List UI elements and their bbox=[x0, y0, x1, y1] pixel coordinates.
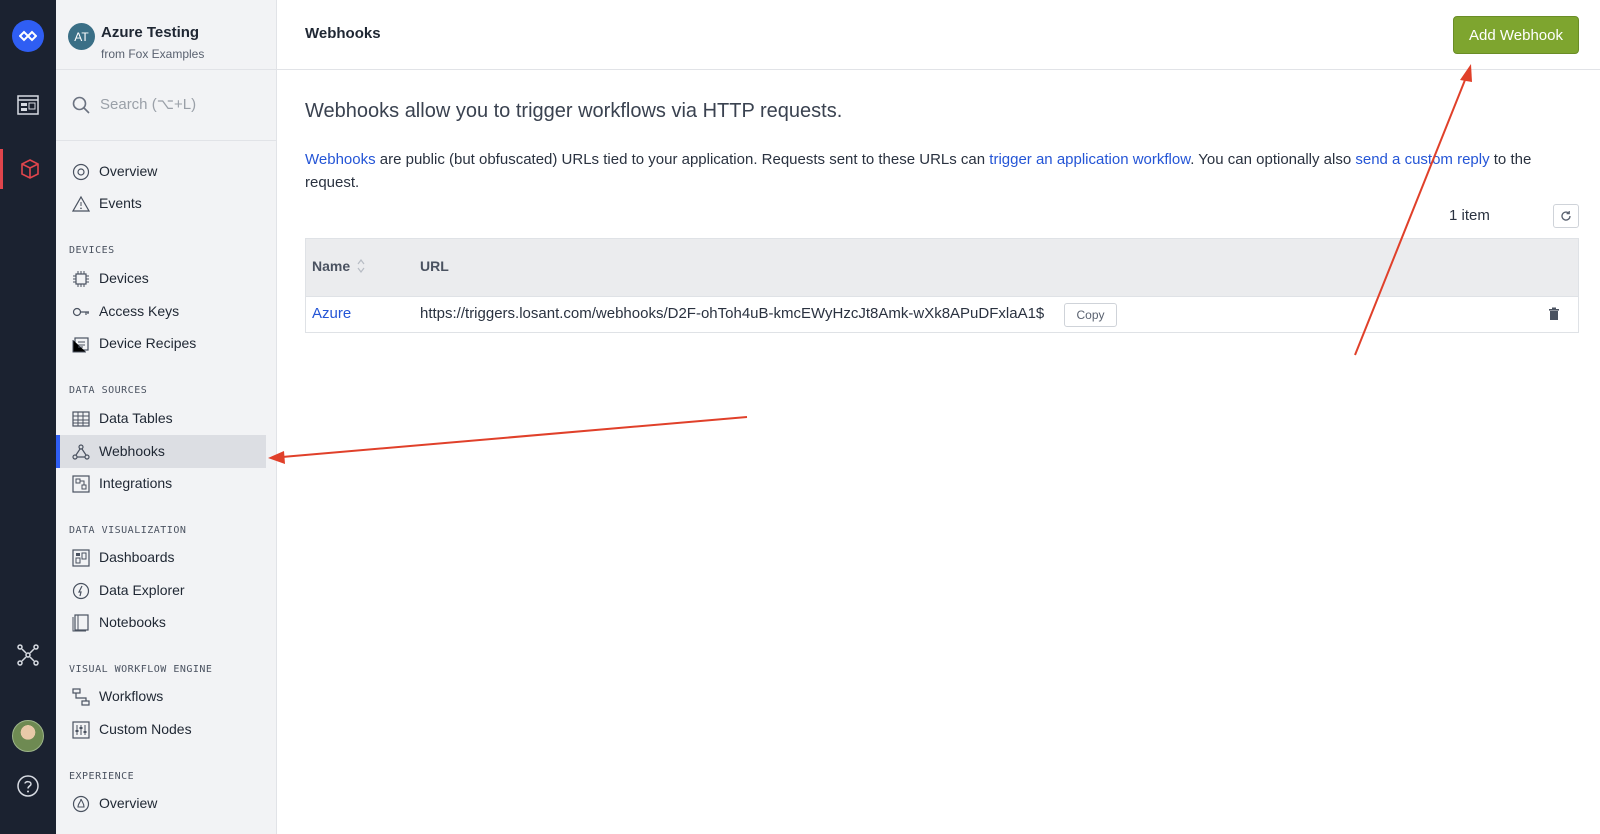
overview-icon bbox=[72, 163, 90, 181]
applications-rail-icon[interactable] bbox=[0, 149, 56, 189]
user-avatar[interactable] bbox=[12, 720, 44, 752]
compass-icon bbox=[72, 582, 90, 600]
section-data-visualization: DATA VISUALIZATION bbox=[69, 525, 187, 536]
sidebar-item-label: Events bbox=[99, 195, 142, 211]
dashboard-icon bbox=[72, 549, 90, 567]
item-count: 1 item bbox=[1449, 207, 1490, 224]
sidebar-item-workflows[interactable]: Workflows bbox=[56, 680, 266, 713]
sidebar-item-label: Webhooks bbox=[99, 443, 165, 459]
sidebar-item-label: Data Explorer bbox=[99, 582, 185, 598]
sidebar-item-label: Overview bbox=[99, 795, 158, 811]
webhook-url: https://triggers.losant.com/webhooks/D2F… bbox=[420, 305, 1045, 322]
sidebar-item-data-tables[interactable]: Data Tables bbox=[56, 402, 266, 435]
section-visual-workflow-engine: VISUAL WORKFLOW ENGINE bbox=[69, 664, 213, 675]
refresh-icon bbox=[1561, 211, 1571, 221]
sidebar-item-overview[interactable]: Overview bbox=[56, 155, 266, 188]
losant-logo-icon[interactable] bbox=[12, 20, 44, 52]
webhooks-docs-link[interactable]: Webhooks bbox=[305, 151, 376, 168]
notebook-icon bbox=[72, 614, 89, 632]
section-experience: EXPERIENCE bbox=[69, 771, 135, 782]
trigger-workflow-link[interactable]: trigger an application workflow bbox=[989, 151, 1190, 168]
sidebar-item-experience-overview[interactable]: Overview bbox=[56, 787, 266, 820]
custom-reply-link[interactable]: send a custom reply bbox=[1355, 151, 1489, 168]
add-webhook-button[interactable]: Add Webhook bbox=[1453, 16, 1579, 54]
dashboards-rail-icon[interactable] bbox=[0, 85, 56, 125]
delete-icon[interactable] bbox=[1548, 307, 1560, 326]
sidebar-item-label: Dashboards bbox=[99, 549, 175, 565]
table-icon bbox=[72, 411, 90, 427]
page-description: Webhooks are public (but obfuscated) URL… bbox=[305, 148, 1575, 194]
sidebar-item-label: Access Keys bbox=[99, 303, 180, 319]
help-icon[interactable] bbox=[0, 766, 56, 806]
integrations-icon bbox=[72, 475, 90, 493]
sidebar-item-webhooks[interactable]: Webhooks bbox=[56, 435, 266, 468]
sidebar-item-label: Device Recipes bbox=[99, 335, 197, 351]
section-data-sources: DATA SOURCES bbox=[69, 385, 148, 396]
sidebar-item-label: Overview bbox=[99, 163, 158, 179]
section-devices: DEVICES bbox=[69, 245, 115, 256]
page-title: Webhooks bbox=[305, 25, 381, 42]
column-header-name[interactable]: Name bbox=[312, 258, 350, 274]
sidebar-item-events[interactable]: Events bbox=[56, 187, 266, 220]
description-text: are public (but obfuscated) URLs tied to… bbox=[375, 151, 990, 168]
sidebar-item-label: Integrations bbox=[99, 475, 173, 491]
app-sidebar: AT Azure Testing from Fox Examples Searc… bbox=[56, 0, 277, 834]
key-icon bbox=[72, 307, 89, 317]
page-header: Webhooks Add Webhook bbox=[277, 0, 1600, 70]
sidebar-item-devices[interactable]: Devices bbox=[56, 262, 266, 295]
app-organization: from Fox Examples bbox=[101, 47, 205, 61]
chip-icon bbox=[73, 271, 89, 287]
refresh-button[interactable] bbox=[1553, 204, 1579, 228]
webhook-name-link[interactable]: Azure bbox=[312, 305, 351, 322]
column-header-url: URL bbox=[420, 258, 449, 274]
sidebar-item-label: Devices bbox=[99, 270, 149, 286]
sidebar-item-device-recipes[interactable]: Device Recipes bbox=[56, 327, 266, 360]
page-lead: Webhooks allow you to trigger workflows … bbox=[305, 100, 843, 122]
global-rail bbox=[0, 0, 56, 834]
sidebar-item-label: Notebooks bbox=[99, 614, 166, 630]
workflow-icon bbox=[72, 688, 90, 706]
experience-icon bbox=[72, 795, 90, 813]
sidebar-item-label: Data Tables bbox=[99, 410, 173, 426]
sidebar-search[interactable]: Search (⌥+L) bbox=[56, 69, 277, 141]
app-badge: AT bbox=[68, 23, 95, 50]
search-icon bbox=[72, 96, 90, 119]
sidebar-item-label: Custom Nodes bbox=[99, 721, 192, 737]
table-row: Azure https://triggers.losant.com/webhoo… bbox=[306, 297, 1578, 333]
copy-url-button[interactable]: Copy bbox=[1064, 303, 1117, 327]
table-header: Name URL bbox=[306, 239, 1578, 297]
sidebar-item-dashboards[interactable]: Dashboards bbox=[56, 541, 266, 574]
webhook-icon bbox=[72, 444, 90, 460]
sort-icon[interactable] bbox=[356, 258, 366, 279]
warning-icon bbox=[72, 195, 90, 212]
sliders-icon bbox=[72, 721, 90, 739]
app-window: AT Azure Testing from Fox Examples Searc… bbox=[0, 0, 1600, 834]
application-header[interactable]: AT Azure Testing from Fox Examples bbox=[56, 0, 277, 69]
main-content: Webhooks Add Webhook Webhooks allow you … bbox=[277, 0, 1600, 834]
sidebar-item-data-explorer[interactable]: Data Explorer bbox=[56, 574, 266, 607]
description-text: . You can optionally also bbox=[1190, 151, 1356, 168]
sidebar-item-notebooks[interactable]: Notebooks bbox=[56, 606, 266, 639]
sidebar-item-integrations[interactable]: Integrations bbox=[56, 467, 266, 500]
sidebar-item-access-keys[interactable]: Access Keys bbox=[56, 295, 266, 328]
search-input[interactable]: Search (⌥+L) bbox=[100, 95, 196, 113]
edge-network-rail-icon[interactable] bbox=[0, 635, 56, 675]
app-name: Azure Testing bbox=[101, 24, 200, 41]
sidebar-item-label: Workflows bbox=[99, 688, 164, 704]
sidebar-item-custom-nodes[interactable]: Custom Nodes bbox=[56, 713, 266, 746]
webhooks-table: Name URL Azure https://triggers.losant.c… bbox=[305, 238, 1579, 333]
recipe-icon bbox=[72, 337, 89, 353]
